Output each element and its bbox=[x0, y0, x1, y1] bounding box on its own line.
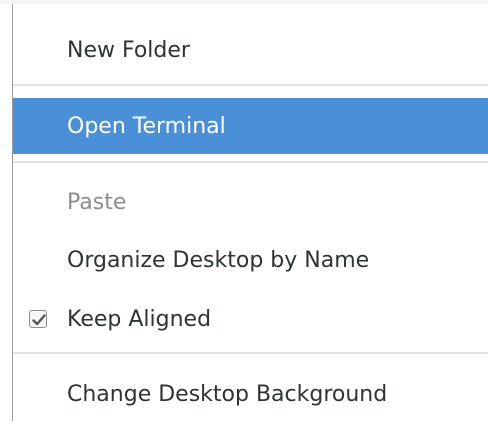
menu-item-label: Keep Aligned bbox=[67, 306, 212, 332]
checkbox[interactable] bbox=[29, 310, 47, 328]
menu-item-label: Paste bbox=[67, 189, 127, 215]
menu-item-open-terminal[interactable]: Open Terminal bbox=[13, 98, 488, 154]
menu-separator bbox=[13, 84, 488, 86]
menu-item-keep-aligned[interactable]: Keep Aligned bbox=[13, 291, 488, 347]
menu-item-label: New Folder bbox=[67, 37, 190, 63]
menu-item-label: Change Desktop Background bbox=[67, 381, 388, 407]
menu-item-paste: Paste bbox=[13, 174, 488, 230]
check-icon bbox=[32, 314, 46, 326]
menu-item-label: Organize Desktop by Name bbox=[67, 247, 370, 273]
menu-separator bbox=[13, 161, 488, 163]
menu-item-label: Open Terminal bbox=[67, 113, 226, 139]
desktop-context-menu: New Folder Open Terminal Paste Organize … bbox=[12, 4, 488, 421]
menu-item-organize-desktop-by-name[interactable]: Organize Desktop by Name bbox=[13, 232, 488, 288]
menu-item-new-folder[interactable]: New Folder bbox=[13, 22, 488, 78]
menu-separator bbox=[13, 352, 488, 354]
menu-item-change-desktop-background[interactable]: Change Desktop Background bbox=[13, 366, 488, 422]
